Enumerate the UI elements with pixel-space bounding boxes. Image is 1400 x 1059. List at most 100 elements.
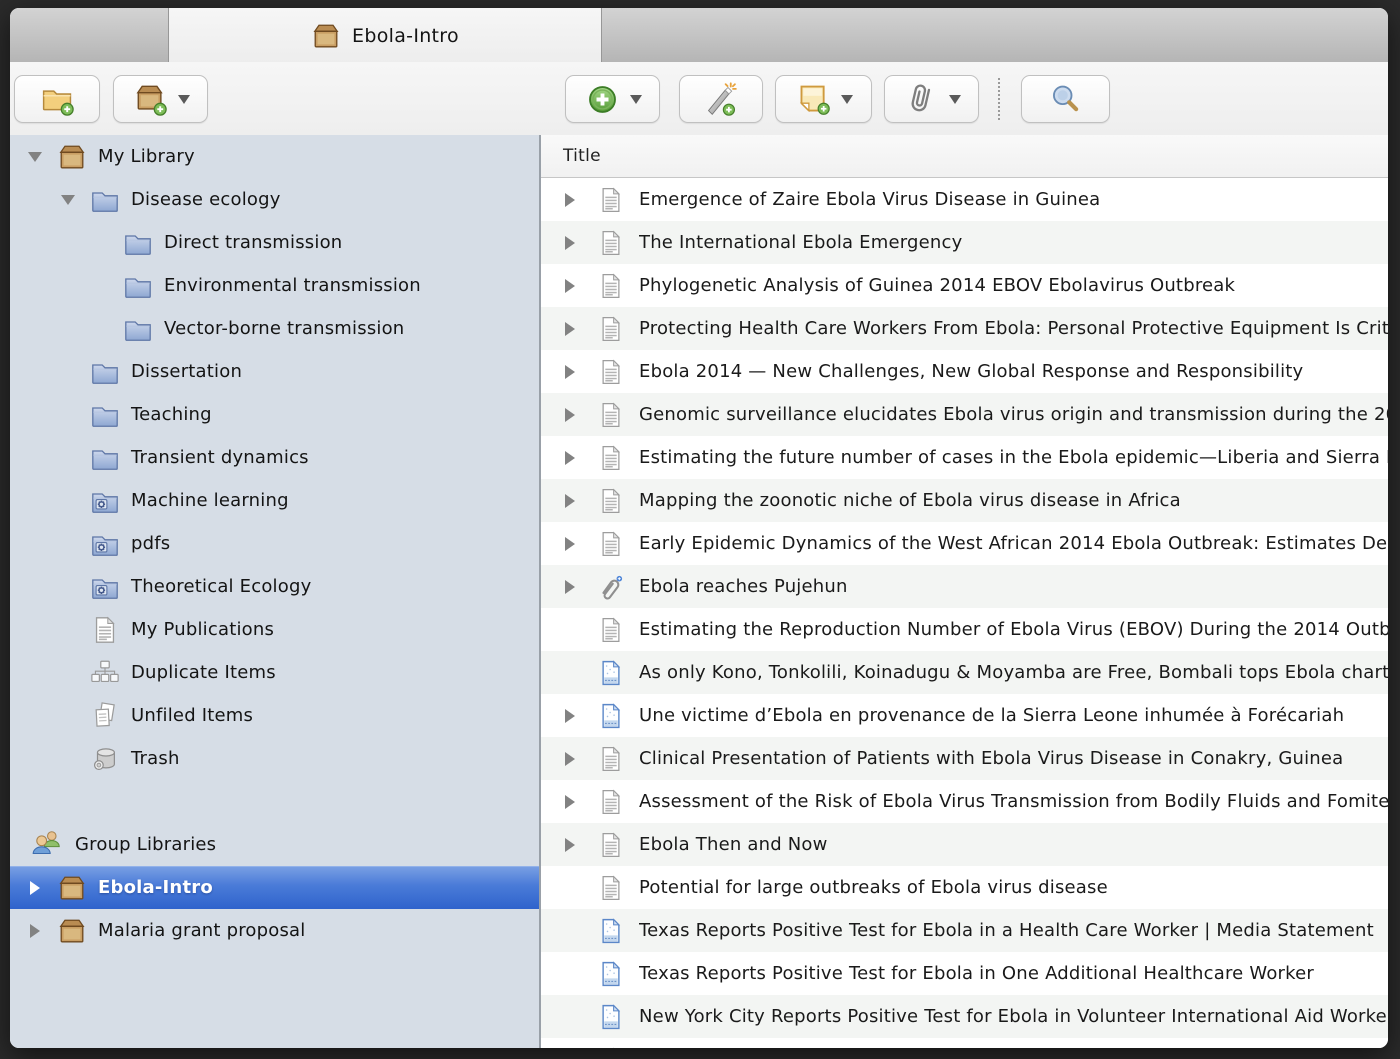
library-plus-icon bbox=[132, 81, 169, 118]
snapshot-icon bbox=[597, 1003, 625, 1031]
table-row[interactable]: Genomic surveillance elucidates Ebola vi… bbox=[541, 393, 1388, 436]
document-icon bbox=[597, 874, 625, 902]
sidebar-item-my-library[interactable]: My Library bbox=[10, 135, 539, 178]
tab-ebola-intro[interactable]: Ebola-Intro bbox=[168, 8, 602, 63]
disclosure-right-icon[interactable] bbox=[24, 924, 46, 938]
disclosure-right-icon[interactable] bbox=[565, 838, 585, 852]
triangle-glyph bbox=[30, 924, 40, 938]
triangle-glyph bbox=[565, 236, 575, 250]
sidebar-item-teaching[interactable]: Teaching bbox=[10, 393, 539, 436]
sidebar-item-ebola-intro[interactable]: Ebola-Intro bbox=[10, 866, 539, 909]
table-row[interactable]: Une victime d’Ebola en provenance de la … bbox=[541, 694, 1388, 737]
disclosure-right-icon[interactable] bbox=[565, 236, 585, 250]
new-note-button[interactable] bbox=[775, 75, 872, 123]
groups-icon bbox=[30, 828, 64, 862]
disclosure-right-icon[interactable] bbox=[565, 537, 585, 551]
sidebar-item-duplicate-items[interactable]: Duplicate Items bbox=[10, 651, 539, 694]
triangle-glyph bbox=[565, 451, 575, 465]
disclosure-right-icon[interactable] bbox=[565, 580, 585, 594]
sidebar-item-environmental-transmission[interactable]: Environmental transmission bbox=[10, 264, 539, 307]
new-library-button[interactable] bbox=[113, 75, 208, 123]
tab-label: Ebola-Intro bbox=[352, 25, 459, 47]
sidebar-item-label: Dissertation bbox=[131, 361, 242, 382]
table-row[interactable]: Estimating the future number of cases in… bbox=[541, 436, 1388, 479]
table-row[interactable]: The International Ebola Emergency bbox=[541, 221, 1388, 264]
table-row[interactable]: Potential for large outbreaks of Ebola v… bbox=[541, 866, 1388, 909]
table-row[interactable]: Texas Reports Positive Test for Ebola in… bbox=[541, 952, 1388, 995]
table-row[interactable]: Clinical Presentation of Patients with E… bbox=[541, 737, 1388, 780]
table-row[interactable]: As only Kono, Tonkolili, Koinadugu & Moy… bbox=[541, 651, 1388, 694]
document-icon bbox=[597, 831, 625, 859]
table-row[interactable]: Assessment of the Risk of Ebola Virus Tr… bbox=[541, 780, 1388, 823]
table-row[interactable]: Early Epidemic Dynamics of the West Afri… bbox=[541, 522, 1388, 565]
library-box-icon bbox=[311, 21, 341, 51]
disclosure-right-icon[interactable] bbox=[565, 279, 585, 293]
disclosure-right-icon[interactable] bbox=[24, 881, 46, 895]
sidebar-item-my-publications[interactable]: My Publications bbox=[10, 608, 539, 651]
table-row[interactable]: Phylogenetic Analysis of Guinea 2014 EBO… bbox=[541, 264, 1388, 307]
title-column-header[interactable]: Title bbox=[541, 135, 1388, 178]
dropdown-arrow-icon bbox=[841, 95, 853, 104]
table-row[interactable]: Mapping the zoonotic niche of Ebola viru… bbox=[541, 479, 1388, 522]
disclosure-right-icon[interactable] bbox=[565, 752, 585, 766]
item-title: Texas Reports Positive Test for Ebola in… bbox=[639, 963, 1314, 984]
sidebar-item-group-libraries[interactable]: Group Libraries bbox=[10, 823, 539, 866]
sidebar-item-direct-transmission[interactable]: Direct transmission bbox=[10, 221, 539, 264]
table-row[interactable] bbox=[541, 1038, 1388, 1048]
disclosure-down-icon[interactable] bbox=[57, 195, 79, 205]
sidebar-item-label: Theoretical Ecology bbox=[131, 576, 311, 597]
disclosure-right-icon[interactable] bbox=[565, 408, 585, 422]
table-row[interactable]: Ebola Then and Now bbox=[541, 823, 1388, 866]
sidebar-item-malaria-grant-proposal[interactable]: Malaria grant proposal bbox=[10, 909, 539, 952]
sidebar-item-pdfs[interactable]: pdfs bbox=[10, 522, 539, 565]
add-by-identifier-button[interactable] bbox=[679, 75, 763, 123]
table-row[interactable]: New York City Reports Positive Test for … bbox=[541, 995, 1388, 1038]
item-title: Estimating the Reproduction Number of Eb… bbox=[639, 619, 1388, 640]
disclosure-right-icon[interactable] bbox=[565, 795, 585, 809]
disclosure-down-icon[interactable] bbox=[24, 152, 46, 162]
document-icon bbox=[597, 530, 625, 558]
disclosure-right-icon[interactable] bbox=[565, 322, 585, 336]
sidebar-item-machine-learning[interactable]: Machine learning bbox=[10, 479, 539, 522]
disclosure-right-icon[interactable] bbox=[565, 365, 585, 379]
table-row[interactable]: Protecting Health Care Workers From Ebol… bbox=[541, 307, 1388, 350]
table-row[interactable]: Estimating the Reproduction Number of Eb… bbox=[541, 608, 1388, 651]
disclosure-right-icon[interactable] bbox=[565, 709, 585, 723]
disclosure-right-icon[interactable] bbox=[565, 193, 585, 207]
snapshot-icon bbox=[597, 960, 625, 988]
sidebar-item-trash[interactable]: Trash bbox=[10, 737, 539, 780]
dropdown-arrow-icon bbox=[630, 95, 642, 104]
sidebar-item-label: Group Libraries bbox=[75, 834, 216, 855]
smart-folder-icon bbox=[90, 486, 120, 516]
new-item-button[interactable] bbox=[565, 75, 660, 123]
sidebar-item-vector-borne-transmission[interactable]: Vector-borne transmission bbox=[10, 307, 539, 350]
triangle-glyph bbox=[565, 408, 575, 422]
sidebar-item-unfiled-items[interactable]: Unfiled Items bbox=[10, 694, 539, 737]
item-title: Potential for large outbreaks of Ebola v… bbox=[639, 877, 1108, 898]
library-icon bbox=[57, 916, 87, 946]
folder-icon bbox=[123, 271, 153, 301]
sidebar-item-transient-dynamics[interactable]: Transient dynamics bbox=[10, 436, 539, 479]
sidebar-item-label: Teaching bbox=[131, 404, 212, 425]
advanced-search-button[interactable] bbox=[1021, 75, 1110, 123]
sidebar-item-dissertation[interactable]: Dissertation bbox=[10, 350, 539, 393]
document-icon bbox=[597, 229, 625, 257]
table-row[interactable]: Emergence of Zaire Ebola Virus Disease i… bbox=[541, 178, 1388, 221]
item-title: The International Ebola Emergency bbox=[639, 232, 963, 253]
new-collection-button[interactable] bbox=[14, 75, 100, 123]
sidebar-item-theoretical-ecology[interactable]: Theoretical Ecology bbox=[10, 565, 539, 608]
item-title: Phylogenetic Analysis of Guinea 2014 EBO… bbox=[639, 275, 1235, 296]
table-row[interactable]: Ebola 2014 — New Challenges, New Global … bbox=[541, 350, 1388, 393]
document-icon bbox=[597, 315, 625, 343]
add-attachment-button[interactable] bbox=[884, 75, 979, 123]
sidebar-item-disease-ecology[interactable]: Disease ecology bbox=[10, 178, 539, 221]
table-row[interactable]: Texas Reports Positive Test for Ebola in… bbox=[541, 909, 1388, 952]
item-title: New York City Reports Positive Test for … bbox=[639, 1006, 1388, 1027]
disclosure-right-icon[interactable] bbox=[565, 451, 585, 465]
item-title: Une victime d’Ebola en provenance de la … bbox=[639, 705, 1344, 726]
disclosure-right-icon[interactable] bbox=[565, 494, 585, 508]
triangle-glyph bbox=[28, 152, 42, 162]
attachment-icon bbox=[597, 573, 625, 601]
triangle-glyph bbox=[565, 838, 575, 852]
table-row[interactable]: Ebola reaches Pujehun bbox=[541, 565, 1388, 608]
